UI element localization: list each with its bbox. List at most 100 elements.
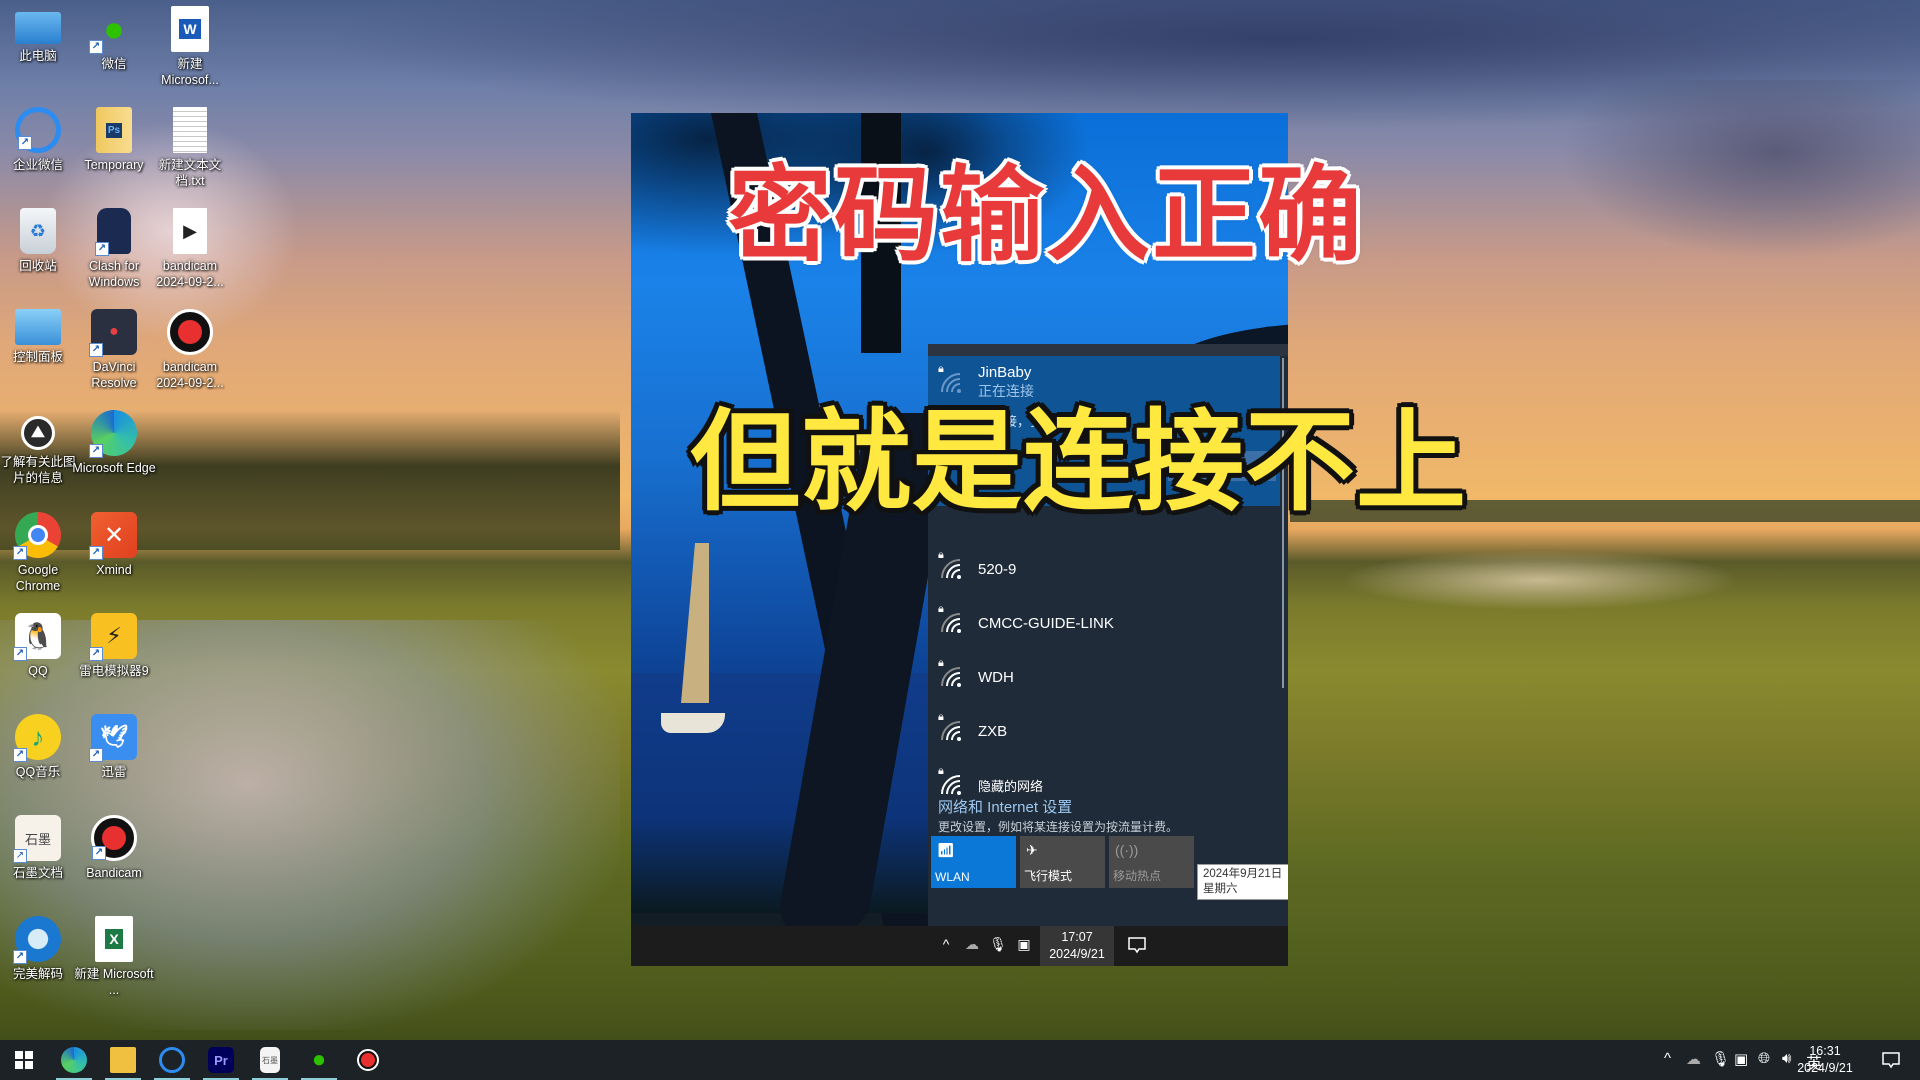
network-globe-icon[interactable]: 🌐︎ <box>1758 1050 1770 1067</box>
desktop-icon-bandicam[interactable]: ↗ Bandicam <box>76 809 152 905</box>
edge-icon <box>61 1047 87 1073</box>
shortcut-arrow-icon: ↗ <box>89 546 103 560</box>
desktop-icon-this-pc[interactable]: 此电脑 <box>0 0 76 96</box>
taskbar-app-file-explorer[interactable] <box>99 1040 147 1080</box>
shortcut-arrow-icon: ↗ <box>92 846 106 860</box>
desktop-icon-chrome[interactable]: ↗ Google Chrome <box>0 506 76 602</box>
potplayer-icon: ↗ <box>13 916 61 964</box>
shortcut-arrow-icon: ↗ <box>13 546 27 560</box>
desktop-icon-excel-doc[interactable]: X 新建 Microsoft ... <box>74 910 154 1006</box>
desktop-icon-xunlei[interactable]: 🕊 ↗ 迅雷 <box>76 708 152 804</box>
wallpaper-water <box>1340 550 1740 610</box>
taskbar-app-wechat[interactable]: ● <box>295 1040 343 1080</box>
chevron-up-icon[interactable]: ^ <box>934 936 958 956</box>
network-settings-link[interactable]: 网络和 Internet 设置 <box>938 796 1072 817</box>
hotspot-icon: ((·)) <box>1115 842 1139 858</box>
xmind-icon: ✕ ↗ <box>89 512 137 560</box>
network-item[interactable]: 🔒︎ 520-9 <box>928 547 1280 591</box>
shortcut-arrow-icon: ↗ <box>95 242 109 256</box>
desktop-icon-xmind[interactable]: ✕ ↗ Xmind <box>76 506 152 602</box>
display-capture-icon[interactable]: ▣ <box>1734 1050 1748 1068</box>
wechat-icon: ● ↗ <box>89 6 137 54</box>
wallpaper-cloud <box>1560 80 1920 260</box>
taskbar-app-shimo[interactable]: 石墨 <box>246 1040 294 1080</box>
windows-logo-icon <box>15 1051 33 1069</box>
system-tray: ^ ☁ 🎙︎ ▣ 🌐︎ 🔊︎ 英 16:31 2024/9/21 <box>1630 1040 1920 1080</box>
date-tooltip: 2024年9月21日 星期六 <box>1197 864 1288 900</box>
desktop-icon-temporary[interactable]: Ps Temporary <box>76 101 152 197</box>
folder-icon <box>110 1047 136 1073</box>
quick-action-wlan[interactable]: 📶︎ WLAN <box>931 836 1016 888</box>
microphone-icon[interactable]: 🎙︎ <box>986 936 1010 956</box>
desktop-icon-qq-music[interactable]: ♪ ↗ QQ音乐 <box>0 708 76 804</box>
network-settings-description: 更改设置，例如将某连接设置为按流量计费。 <box>938 820 1179 834</box>
desktop-icon-spotlight-info[interactable]: ⛰ 了解有关此图片的信息 <box>0 404 76 500</box>
wifi-signal-icon: 🔒︎ <box>938 604 964 636</box>
start-button[interactable] <box>0 1040 48 1080</box>
desktop-icon-wecom[interactable]: ↗ 企业微信 <box>0 101 76 197</box>
desktop-icon-potplayer[interactable]: ↗ 完美解码 <box>0 910 76 1006</box>
inner-clock[interactable]: 17:07 2024/9/21 <box>1040 926 1114 966</box>
xunlei-icon: 🕊 ↗ <box>89 714 137 762</box>
action-center-button[interactable] <box>1880 1049 1902 1076</box>
notification-icon <box>1882 1052 1900 1069</box>
excel-doc-icon: X <box>95 916 133 962</box>
taskbar-app-wecom[interactable] <box>148 1040 196 1080</box>
shimo-icon: 石墨 <box>260 1047 280 1073</box>
sailboat-hull <box>661 713 725 733</box>
taskbar-app-edge[interactable] <box>50 1040 98 1080</box>
bandicam-settings-icon <box>167 309 213 355</box>
network-item[interactable]: 🔒︎ WDH <box>928 655 1280 699</box>
video-file-icon: ▶ <box>173 208 207 254</box>
desktop-icon-recycle-bin[interactable]: ♻ 回收站 <box>0 202 76 298</box>
shortcut-arrow-icon: ↗ <box>13 748 27 762</box>
davinci-icon: ● ↗ <box>89 309 137 357</box>
notification-icon[interactable] <box>1126 934 1148 956</box>
caption-bottom: 但就是连接不上 <box>690 398 1467 526</box>
shortcut-arrow-icon: ↗ <box>13 849 27 863</box>
inner-taskbar: ^ ☁ 🎙︎ ▣ 🌐︎ 🔊︎ 英 17:07 2024/9/21 <box>631 926 1288 966</box>
edge-icon: ↗ <box>89 410 137 458</box>
clock[interactable]: 16:31 2024/9/21 <box>1790 1043 1860 1077</box>
desktop-icon-ldplayer[interactable]: ⚡ ↗ 雷电模拟器9 <box>76 607 152 703</box>
display-capture-icon[interactable]: ▣ <box>1012 936 1036 956</box>
onedrive-offline-icon[interactable]: ☁ <box>960 936 984 956</box>
desktop-icon-shimo[interactable]: 石墨 ↗ 石墨文档 <box>0 809 76 905</box>
onedrive-offline-icon[interactable]: ☁ <box>1686 1050 1701 1068</box>
desktop-icon-edge[interactable]: ↗ Microsoft Edge <box>72 404 156 500</box>
computer-icon <box>15 12 61 44</box>
flyout-header <box>928 344 1288 356</box>
shortcut-arrow-icon: ↗ <box>89 647 103 661</box>
shortcut-arrow-icon: ↗ <box>13 647 27 661</box>
network-item[interactable]: 🔒︎ CMCC-GUIDE-LINK <box>928 601 1280 645</box>
wecom-icon <box>159 1047 185 1073</box>
quick-action-airplane[interactable]: ✈︎ 飞行模式 <box>1020 836 1105 888</box>
shortcut-arrow-icon: ↗ <box>89 343 103 357</box>
lock-icon: 🔒︎ <box>938 657 944 669</box>
desktop-icon-text-file[interactable]: 新建文本文档.txt <box>152 101 228 197</box>
quick-action-hotspot[interactable]: ((·)) 移动热点 <box>1109 836 1194 888</box>
lock-icon: 🔒︎ <box>938 711 944 723</box>
wifi-signal-icon: 🔒︎ <box>938 658 964 690</box>
desktop-icon-bandicam-settings[interactable]: bandicam 2024-09-2... <box>152 303 228 399</box>
wifi-signal-icon: 🔒︎ <box>938 766 964 798</box>
desktop-icon-davinci[interactable]: ● ↗ DaVinci Resolve <box>76 303 152 399</box>
chevron-up-icon[interactable]: ^ <box>1664 1050 1671 1067</box>
desktop-icon-video-file[interactable]: ▶ bandicam 2024-09-2... <box>152 202 228 298</box>
network-item[interactable]: 🔒︎ ZXB <box>928 709 1280 753</box>
taskbar-app-premiere[interactable]: Pr <box>197 1040 245 1080</box>
lock-icon: 🔒︎ <box>938 363 944 375</box>
desktop-icon-clash[interactable]: ↗ Clash for Windows <box>76 202 152 298</box>
lock-icon: 🔒︎ <box>938 549 944 561</box>
caption-top: 密码输入正确 <box>728 154 1365 276</box>
taskbar-app-bandicam[interactable] <box>344 1040 392 1080</box>
desktop-icon-word-doc[interactable]: W 新建 Microsof... <box>152 0 228 96</box>
qq-icon: 🐧 ↗ <box>13 613 61 661</box>
desktop-icon-wechat[interactable]: ● ↗ 微信 <box>76 0 152 96</box>
desktop-icon-qq[interactable]: 🐧 ↗ QQ <box>0 607 76 703</box>
airplane-icon: ✈︎ <box>1026 842 1038 858</box>
microphone-icon[interactable]: 🎙︎ <box>1711 1050 1730 1068</box>
wifi-signal-icon: 🔒︎ <box>938 712 964 744</box>
shortcut-arrow-icon: ↗ <box>89 444 103 458</box>
desktop-icon-control-panel[interactable]: 控制面板 <box>0 303 76 399</box>
